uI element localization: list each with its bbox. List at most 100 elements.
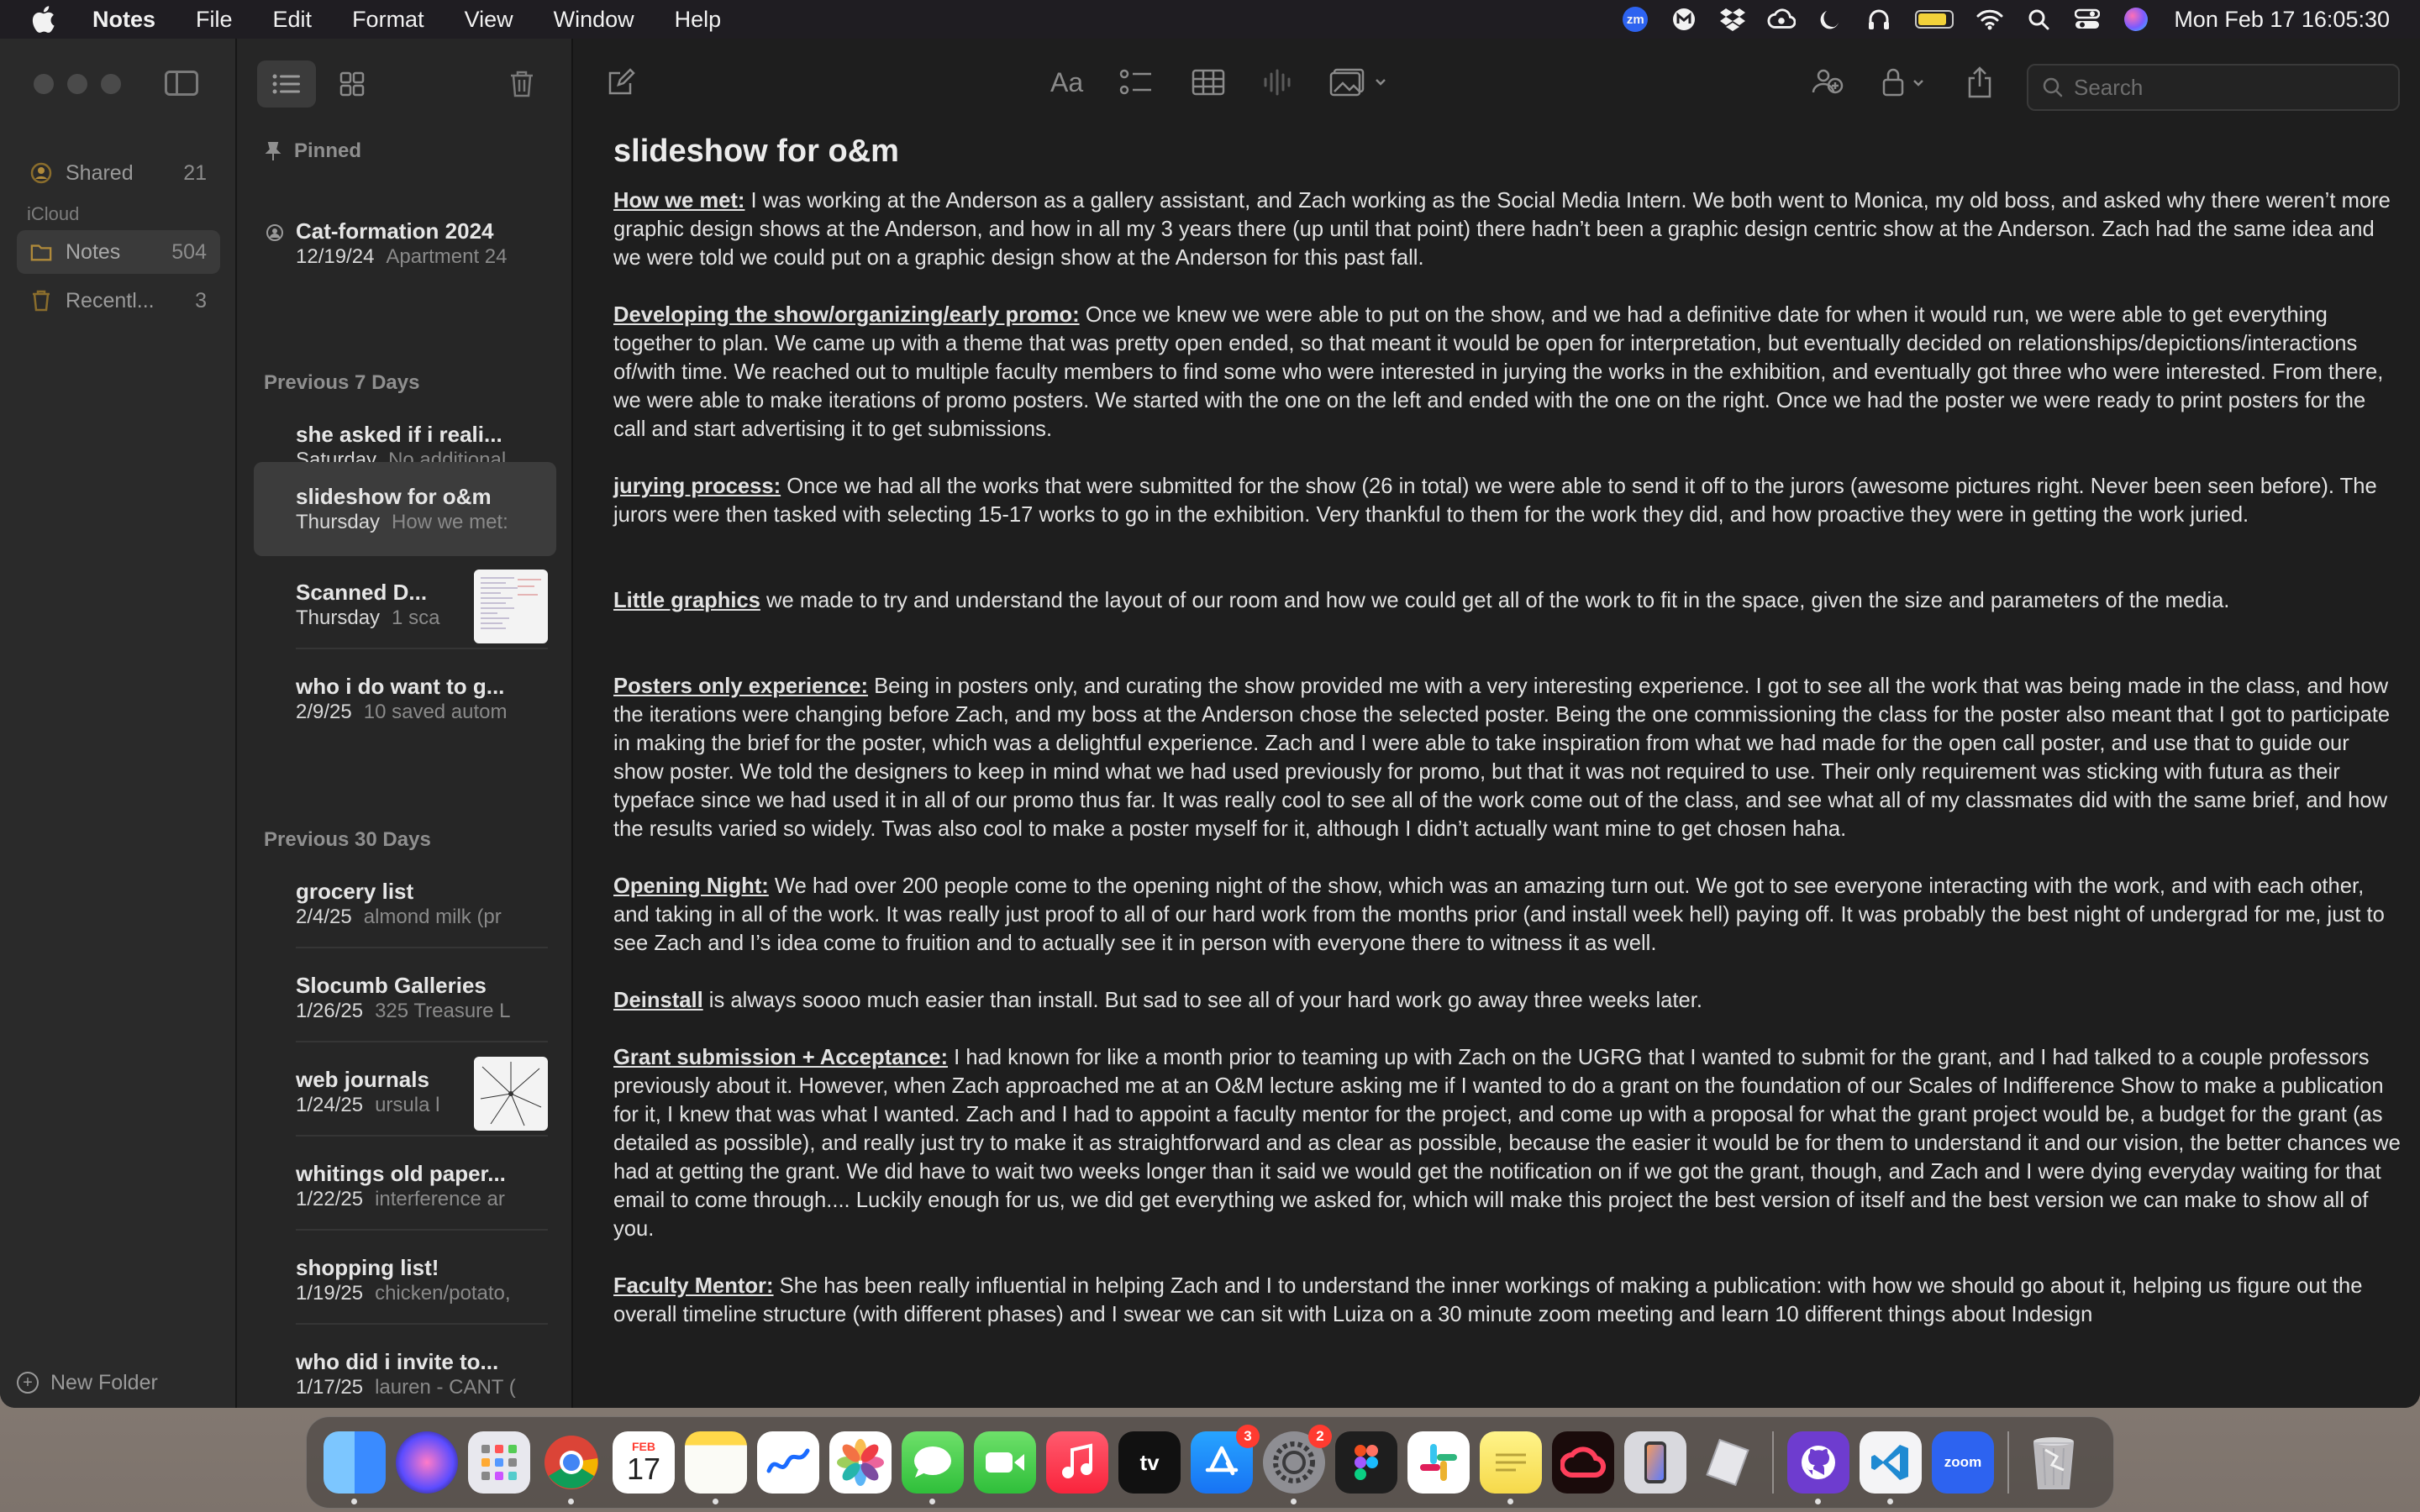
freeform-icon[interactable] — [757, 1431, 819, 1494]
apple-menu-icon[interactable] — [30, 5, 64, 34]
figma-icon[interactable] — [1335, 1431, 1397, 1494]
menu-file[interactable]: File — [196, 7, 233, 33]
moon-icon[interactable] — [1816, 7, 1844, 32]
menu-view[interactable]: View — [465, 7, 513, 33]
list-item[interactable]: Cat-formation 2024 12/19/24 Apartment 24 — [254, 197, 556, 287]
trash-bin-icon[interactable] — [2023, 1431, 2085, 1494]
vscode-icon[interactable] — [1860, 1431, 1922, 1504]
headphones-icon[interactable] — [1865, 7, 1893, 32]
note-title: Slocumb Galleries — [296, 973, 487, 998]
launchpad-icon[interactable] — [468, 1431, 530, 1494]
app-store-icon[interactable]: 3 — [1191, 1425, 1260, 1494]
sidebar-toggle-icon[interactable] — [165, 71, 198, 96]
note-editor: Aa Search slideshow for o&m How we met: … — [573, 39, 2420, 1408]
menu-notes[interactable]: Notes — [92, 7, 155, 33]
dock: FEB 17 tv 3 2 zoom — [306, 1416, 2114, 1509]
pinned-label: Pinned — [294, 139, 362, 162]
web-journals-thumbnail — [474, 1057, 548, 1131]
creative-cloud-icon[interactable] — [1552, 1431, 1614, 1494]
zoom-status-icon[interactable]: zm — [1621, 7, 1649, 32]
paragraph-little-graphics: Little graphics we made to try and under… — [613, 589, 2230, 612]
calendar-icon[interactable]: FEB 17 — [613, 1431, 675, 1494]
list-item[interactable]: web journals 1/24/25 ursula l — [254, 1045, 556, 1137]
notes-count: 504 — [171, 239, 207, 264]
clock[interactable]: Mon Feb 17 16:05:30 — [2174, 7, 2390, 33]
apple-tv-icon[interactable]: tv — [1118, 1431, 1181, 1494]
messages-icon[interactable] — [902, 1431, 964, 1504]
list-view-button[interactable] — [257, 60, 316, 108]
menu-format[interactable]: Format — [352, 7, 424, 33]
pin-icon — [265, 142, 281, 160]
facetime-icon[interactable] — [974, 1431, 1036, 1494]
wifi-icon[interactable] — [1975, 7, 2004, 32]
preview-app-icon[interactable] — [1697, 1431, 1759, 1494]
iphone-mirroring-icon[interactable] — [1624, 1431, 1686, 1494]
control-center-icon[interactable] — [2073, 7, 2102, 32]
note-date: 1/19/25 — [296, 1282, 364, 1305]
note-preview: 1 sca — [392, 606, 440, 629]
new-folder-button[interactable]: + New Folder — [17, 1366, 158, 1399]
delete-note-button[interactable] — [492, 60, 551, 108]
list-item[interactable]: grocery list 2/4/25 almond milk (pr — [254, 857, 556, 948]
recent-count: 3 — [195, 288, 207, 312]
system-settings-icon[interactable]: 2 — [1263, 1425, 1332, 1504]
zoom-app-icon[interactable]: zoom — [1932, 1431, 1994, 1494]
close-button[interactable] — [34, 74, 54, 94]
chrome-icon[interactable] — [540, 1431, 602, 1504]
lock-icon[interactable] — [1881, 66, 1931, 99]
new-folder-label: New Folder — [50, 1370, 158, 1394]
list-item[interactable]: Scanned D... Thursday 1 sca — [254, 558, 556, 649]
siri-app-icon[interactable] — [396, 1431, 458, 1494]
cloud-sync-icon[interactable] — [1767, 7, 1797, 32]
list-item[interactable]: who did i invite to... 1/17/25 lauren - C… — [254, 1327, 556, 1408]
notes-window: Shared 21 iCloud Notes 504 Recentl... 3 … — [0, 39, 2420, 1408]
spotlight-search-icon[interactable] — [2024, 7, 2053, 32]
mail-status-icon[interactable] — [1670, 7, 1698, 32]
checklist-icon[interactable] — [1119, 66, 1153, 99]
photos-icon[interactable] — [829, 1431, 892, 1494]
previous-7-days-header: Previous 7 Days — [264, 371, 420, 394]
notes-app-icon[interactable] — [685, 1431, 747, 1504]
media-insert-icon[interactable] — [1329, 66, 1388, 99]
search-input[interactable]: Search — [2027, 64, 2400, 111]
sidebar-item-recently-deleted[interactable]: Recentl... 3 — [17, 279, 220, 323]
github-desktop-icon[interactable] — [1787, 1431, 1849, 1504]
window-controls — [34, 74, 121, 94]
sidebar-item-label: Recentl... — [66, 288, 155, 312]
menu-window[interactable]: Window — [554, 7, 634, 33]
note-date: 12/19/24 — [296, 245, 375, 268]
note-title: Cat-formation 2024 — [296, 218, 494, 244]
stickies-icon[interactable] — [1480, 1431, 1542, 1504]
sidebar-item-label: Shared — [66, 160, 134, 185]
note-date: 1/17/25 — [296, 1376, 364, 1399]
list-item[interactable]: Slocumb Galleries 1/26/25 325 Treasure L — [254, 951, 556, 1042]
menu-help[interactable]: Help — [675, 7, 722, 33]
dropbox-icon[interactable] — [1718, 7, 1747, 32]
sidebar-item-shared[interactable]: Shared 21 — [17, 151, 220, 195]
settings-badge: 2 — [1308, 1425, 1332, 1448]
gallery-view-button[interactable] — [323, 60, 381, 108]
list-item[interactable]: shopping list! 1/19/25 chicken/potato, — [254, 1233, 556, 1325]
zoom-button[interactable] — [101, 74, 121, 94]
format-text-icon[interactable]: Aa — [1050, 66, 1083, 99]
compose-icon[interactable] — [607, 66, 635, 99]
siri-icon[interactable] — [2122, 7, 2150, 32]
battery-icon[interactable] — [1913, 7, 1955, 32]
minimize-button[interactable] — [67, 74, 87, 94]
finder-icon[interactable] — [324, 1431, 386, 1504]
list-item-selected[interactable]: slideshow for o&m Thursday How we met: — [254, 462, 556, 556]
slack-icon[interactable] — [1407, 1431, 1470, 1494]
trash-icon — [30, 290, 52, 312]
share-icon[interactable] — [1966, 66, 1993, 99]
list-item[interactable]: who i do want to g... 2/9/25 10 saved aut… — [254, 652, 556, 743]
paragraph-grant: Grant submission + Acceptance: I had kno… — [613, 1046, 2401, 1241]
audio-waveform-icon[interactable] — [1262, 66, 1292, 99]
menu-edit[interactable]: Edit — [273, 7, 313, 33]
music-icon[interactable] — [1046, 1431, 1108, 1494]
collaborate-icon[interactable] — [1812, 66, 1845, 99]
table-icon[interactable] — [1192, 66, 1225, 99]
note-content[interactable]: slideshow for o&m How we met: I was work… — [613, 131, 2403, 1357]
list-item[interactable]: whitings old paper... 1/22/25 interferenc… — [254, 1139, 556, 1231]
folders-sidebar: Shared 21 iCloud Notes 504 Recentl... 3 … — [0, 39, 237, 1408]
sidebar-item-notes[interactable]: Notes 504 — [17, 230, 220, 274]
